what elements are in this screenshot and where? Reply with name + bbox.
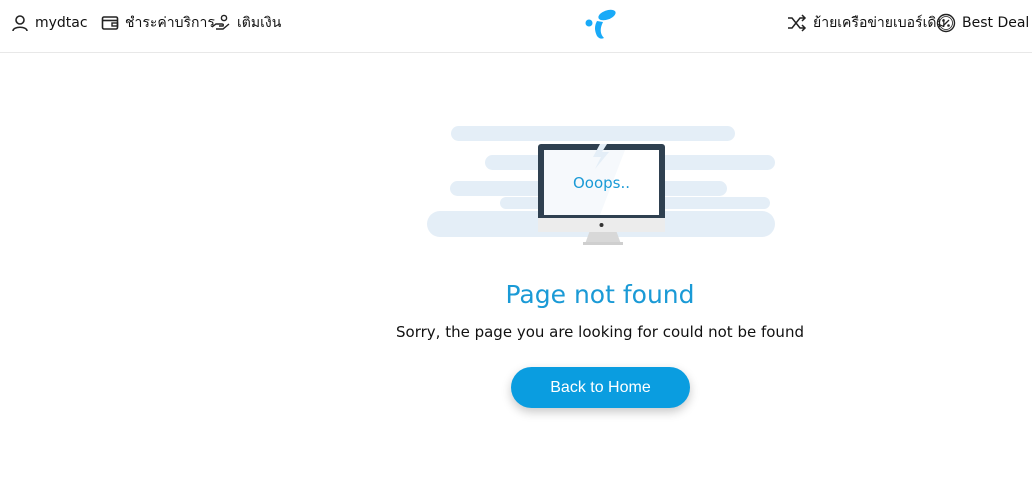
nav-mydtac[interactable]: mydtac [11,12,88,34]
shuffle-icon [788,14,807,32]
wallet-icon [101,16,119,30]
nav-port-number-label: ย้ายเครือข่ายเบอร์เดิม [813,15,946,31]
page-title: Page not found [505,280,695,309]
nav-pay-bill[interactable]: ชำระค่าบริการ [101,12,215,34]
screen-oops-text: Ooops.. [573,174,630,192]
nav-best-deal-label: Best Deal [962,15,1030,31]
nav-topup[interactable]: เติมเงิน [211,12,281,34]
top-navigation-bar: mydtac ชำระค่าบริการ เติมเงิน ย้ายเครือข… [0,0,1032,53]
percent-badge-icon [936,13,956,33]
nav-topup-label: เติมเงิน [237,15,282,31]
broken-monitor-illustration: Ooops.. [427,126,775,245]
nav-mydtac-label: mydtac [35,15,88,31]
user-icon [12,15,28,32]
dtac-logo-icon[interactable] [583,6,619,40]
back-to-home-button[interactable]: Back to Home [511,367,690,408]
nav-port-number[interactable]: ย้ายเครือข่ายเบอร์เดิม [787,12,946,34]
nav-pay-bill-label: ชำระค่าบริการ [125,15,215,31]
topup-hand-icon [211,14,230,30]
error-message: Sorry, the page you are looking for coul… [396,323,804,341]
nav-best-deal[interactable]: Best Deal [936,12,1029,34]
